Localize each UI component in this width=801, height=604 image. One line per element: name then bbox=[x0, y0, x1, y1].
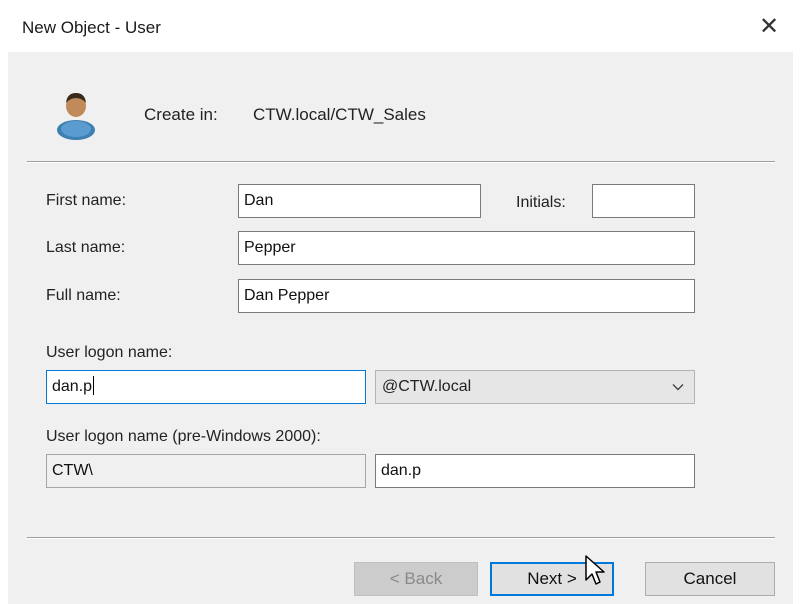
initials-label: Initials: bbox=[516, 194, 566, 211]
last-name-label: Last name: bbox=[46, 239, 126, 256]
prewin-domain-field: CTW\ bbox=[46, 454, 366, 488]
first-name-label: First name: bbox=[46, 192, 127, 209]
user-icon bbox=[57, 93, 95, 140]
full-name-field[interactable]: Dan Pepper bbox=[238, 279, 695, 313]
separator bbox=[27, 537, 775, 539]
logon-name-label: User logon name: bbox=[46, 344, 173, 361]
create-in-value: CTW.local/CTW_Sales bbox=[253, 105, 426, 124]
domain-suffix-value: @CTW.local bbox=[382, 378, 472, 395]
dialog-body: Create in: CTW.local/CTW_Sales First nam… bbox=[8, 52, 793, 604]
separator bbox=[27, 161, 775, 163]
logon-name-field[interactable]: dan.p bbox=[46, 370, 366, 404]
chevron-down-icon bbox=[672, 384, 684, 391]
last-name-field[interactable]: Pepper bbox=[238, 231, 695, 265]
first-name-field[interactable]: Dan bbox=[238, 184, 481, 218]
mouse-cursor-icon bbox=[585, 555, 605, 585]
back-button[interactable]: < Back bbox=[354, 562, 478, 596]
prewin-logon-label: User logon name (pre-Windows 2000): bbox=[46, 428, 321, 445]
full-name-label: Full name: bbox=[46, 287, 121, 304]
text-caret bbox=[93, 375, 95, 395]
title-bar: New Object - User ✕ bbox=[0, 0, 801, 52]
create-in-label: Create in: bbox=[144, 105, 218, 124]
prewin-logon-field[interactable]: dan.p bbox=[375, 454, 695, 488]
cancel-button[interactable]: Cancel bbox=[645, 562, 775, 596]
initials-field[interactable] bbox=[592, 184, 695, 218]
close-icon[interactable]: ✕ bbox=[756, 14, 782, 40]
domain-suffix-dropdown[interactable]: @CTW.local bbox=[375, 370, 695, 404]
logon-name-value: dan.p bbox=[52, 378, 93, 395]
window-title: New Object - User bbox=[22, 18, 161, 37]
